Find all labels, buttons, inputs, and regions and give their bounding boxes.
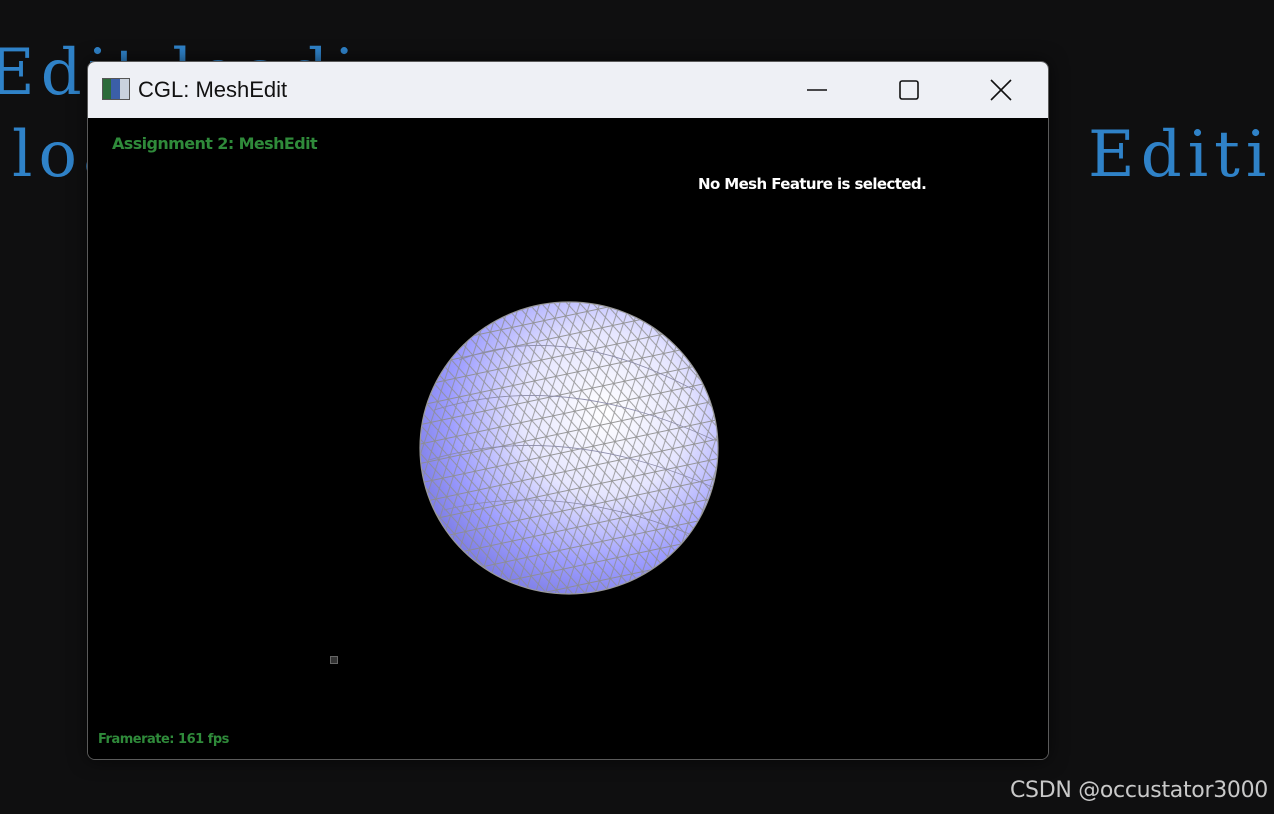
meshedit-window[interactable]: CGL: MeshEdit Assignment 2: MeshEdit No … — [87, 61, 1049, 760]
render-viewport[interactable]: Assignment 2: MeshEdit No Mesh Feature i… — [88, 118, 1048, 759]
app-icon — [102, 78, 130, 100]
maximize-icon — [899, 80, 919, 100]
watermark: CSDN @occustator3000 — [1009, 778, 1268, 803]
framerate-label: Framerate: 161 fps — [98, 732, 229, 747]
mesh-sphere[interactable] — [414, 290, 724, 600]
mesh-wireframe — [420, 302, 718, 594]
minimize-icon — [807, 89, 827, 91]
window-title: CGL: MeshEdit — [138, 77, 288, 102]
minimize-button[interactable] — [771, 62, 863, 118]
background-text-line3: Editi — [1088, 118, 1273, 192]
close-icon — [990, 79, 1012, 101]
selection-status: No Mesh Feature is selected. — [698, 175, 927, 193]
maximize-button[interactable] — [863, 62, 955, 118]
window-titlebar[interactable]: CGL: MeshEdit — [88, 62, 1048, 118]
assignment-label: Assignment 2: MeshEdit — [112, 134, 318, 153]
cursor-marker — [330, 656, 338, 664]
close-button[interactable] — [955, 62, 1047, 118]
